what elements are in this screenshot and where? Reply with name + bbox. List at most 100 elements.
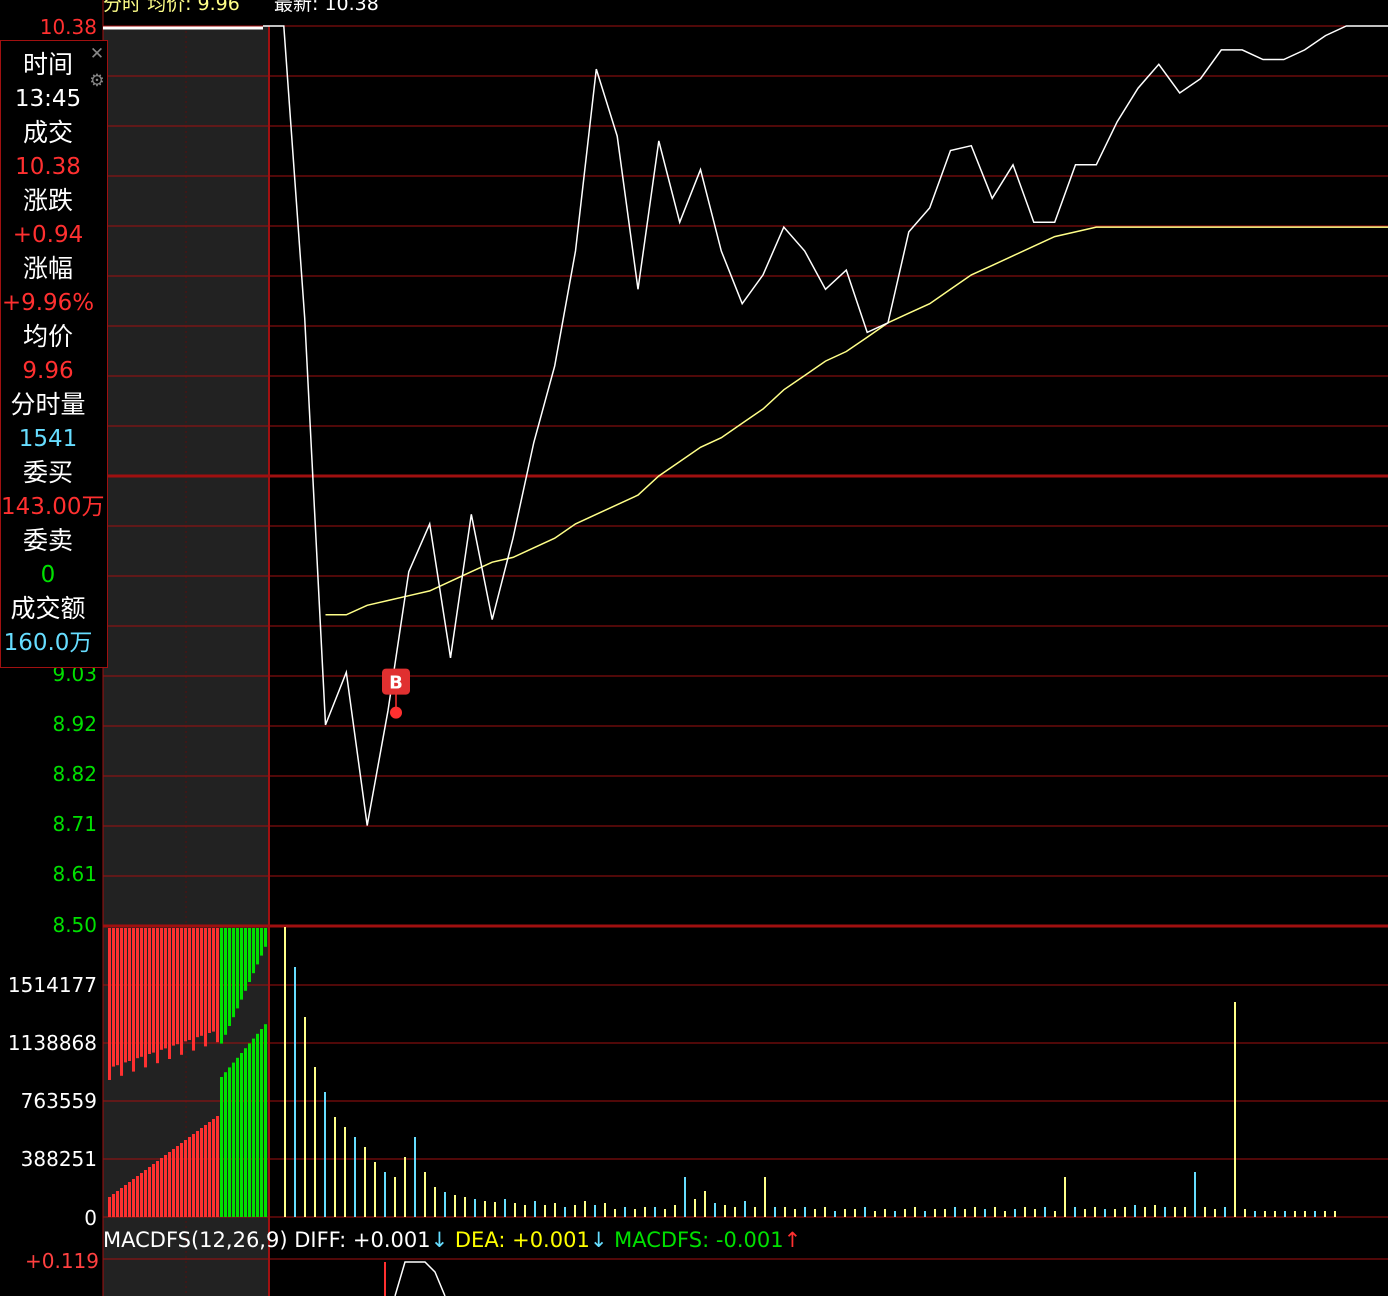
auction-volume-bar [224,1072,227,1217]
auction-volume-bar [236,1057,239,1217]
price-axis-label: 8.71 [52,812,97,836]
macd-dea-value: +0.001 [512,1228,590,1252]
auction-imbalance-bar [224,928,227,1035]
time-value: 13:45 [14,86,82,112]
auction-imbalance-bar [196,928,199,1038]
ask-value: 0 [40,562,56,588]
auction-volume-bar [148,1167,151,1217]
volume-axis-label: 1138868 [7,1031,97,1055]
auction-imbalance-bar [232,928,235,1018]
auction-volume-bar [176,1146,179,1217]
macdfs-value: -0.001 [715,1228,784,1252]
auction-volume-bar [188,1137,191,1217]
avg-value: 9.96 [197,0,240,15]
auction-imbalance-bar [240,928,243,1000]
time-label: 时间 [22,50,73,79]
auction-volume-bar [108,1197,111,1217]
auction-imbalance-bar [192,928,195,1051]
min-vol-label: 分时量 [10,390,86,419]
auction-volume-bar [180,1143,183,1217]
auction-volume-bar [116,1191,119,1217]
chart-header: 分时 均价: 9.96 [103,0,240,14]
auction-imbalance-bar [108,928,111,1080]
auction-volume-bar [200,1128,203,1217]
auction-volume-bar [244,1048,247,1217]
down-arrow-icon: ↓ [589,1228,608,1252]
auction-volume-bar [184,1140,187,1217]
auction-volume-bar [264,1024,267,1217]
auction-volume-bar [192,1134,195,1217]
auction-imbalance-bar [260,928,263,956]
auction-volume-bar [232,1062,235,1217]
auction-volume-bar [248,1043,251,1217]
auction-imbalance-bar [116,928,119,1066]
auction-volume-bar [208,1122,211,1217]
macd-dea-label: DEA: [454,1228,506,1252]
macd-axis-top: +0.119 [24,1249,99,1273]
auction-imbalance-bar [256,928,259,965]
auction-volume-bar [156,1161,159,1217]
avg-label: 均价: [147,0,192,15]
auction-volume-bar [152,1164,155,1217]
auction-imbalance-bar [180,928,183,1055]
buy-marker-label: B [389,673,403,694]
auction-volume-bar [228,1067,231,1217]
volume-axis-label: 763559 [20,1089,97,1113]
auction-imbalance-bar [184,928,187,1042]
auction-volume-bar [216,1116,219,1217]
macd-diff-line [394,1261,446,1296]
auction-imbalance-bar [252,928,255,974]
auction-volume-bar [260,1029,263,1217]
auction-volume-bar [120,1188,123,1217]
auction-imbalance-bar [136,928,139,1059]
auction-imbalance-bar [208,928,211,1033]
auction-imbalance-bar [212,928,215,1032]
change-pct-value: +9.96% [1,290,95,316]
ask-label: 委卖 [22,526,73,555]
intraday-chart[interactable]: B [0,0,1388,1296]
auction-volume-bar [168,1152,171,1217]
price-axis-label: 8.92 [52,712,97,736]
volume-axis-label: 0 [84,1206,97,1230]
auction-volume-bar [256,1033,259,1217]
auction-imbalance-bar [132,928,135,1072]
auction-volume-bar [140,1173,143,1217]
avg-price-line [325,226,1388,616]
auction-imbalance-bar [148,928,151,1054]
change-label: 涨跌 [22,186,73,215]
amount-label: 成交额 [10,594,86,623]
latest-label: 最新: [274,0,319,15]
volume-axis-label: 388251 [20,1147,97,1171]
macd-diff-label: DIFF: [294,1228,347,1252]
auction-volume-bar [144,1170,147,1217]
auction-imbalance-bar [200,928,203,1036]
latest-value: 10.38 [324,0,379,15]
auction-imbalance-bar [152,928,155,1053]
auction-volume-bar [204,1125,207,1217]
auction-imbalance-bar [176,928,179,1045]
up-arrow-icon: ↑ [783,1228,802,1252]
info-panel[interactable]: ✕ ⚙ 时间 13:45 成交 10.38 涨跌 +0.94 涨幅 +9.96%… [0,40,108,668]
auction-volume-bar [164,1155,167,1217]
auction-imbalance-bar [128,928,131,1061]
macd-name: MACDFS(12,26,9) [103,1228,288,1252]
auction-volume-bar [220,1077,223,1217]
price-axis-label: 8.61 [52,862,97,886]
avg-price-value: 9.96 [22,358,74,384]
auction-imbalance-bar [172,928,175,1046]
buy-marker-dot [390,706,402,719]
auction-volume-bar [196,1131,199,1217]
amount-value: 160.0万 [3,630,93,656]
auction-imbalance-bar [120,928,123,1076]
auction-volume-bar [132,1179,135,1217]
macd-header: MACDFS(12,26,9) DIFF: +0.001↓ DEA: +0.00… [103,1227,801,1253]
macdfs-label: MACDFS: [614,1228,710,1252]
auction-imbalance-bar [168,928,171,1059]
auction-imbalance-bar [204,928,207,1047]
auction-imbalance-bar [140,928,143,1057]
auction-imbalance-bar [160,928,163,1050]
auction-volume-bar [252,1038,255,1217]
deal-label: 成交 [22,118,73,147]
auction-volume-bar [160,1158,163,1217]
auction-imbalance-bar [236,928,239,1009]
